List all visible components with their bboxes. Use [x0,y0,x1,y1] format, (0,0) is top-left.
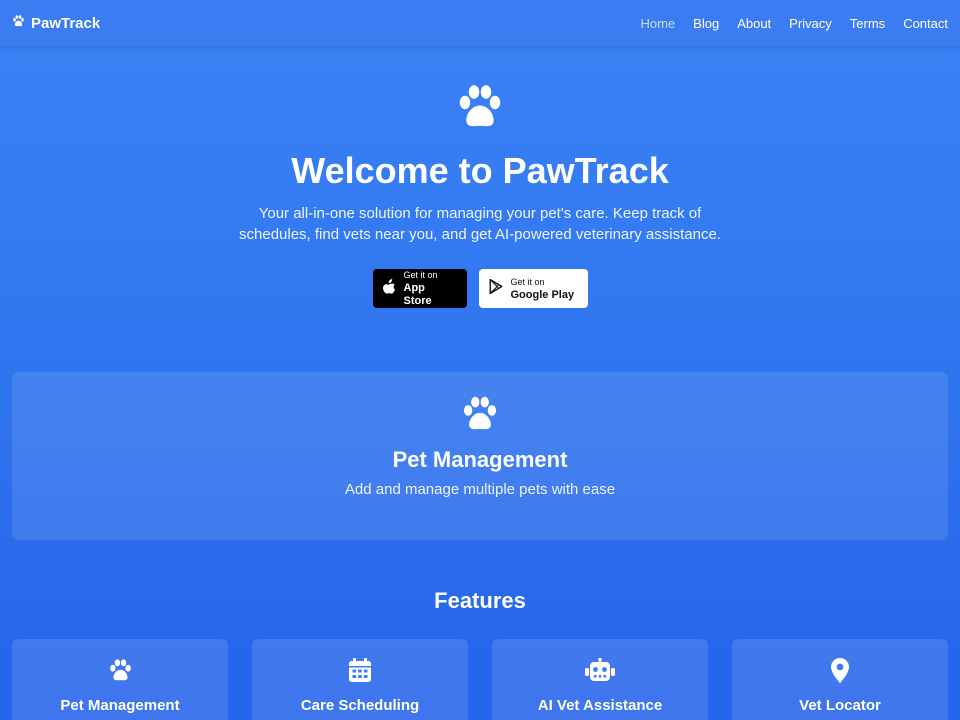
calendar-icon [349,657,371,683]
hero-title: Welcome to PawTrack [291,150,669,191]
play-icon [489,278,503,299]
brand-logo-link[interactable]: PawTrack [12,14,100,32]
hero-section: Welcome to PawTrack Your all-in-one solu… [0,46,960,308]
paw-icon [456,84,504,135]
feature-title: Care Scheduling [300,697,420,714]
nav-links: Home Blog About Privacy Terms Contact [622,16,948,31]
apple-icon [382,278,396,299]
feature-title: Vet Locator [799,697,881,714]
app-store-text: Get it on App Store [404,269,455,308]
nav-link-privacy[interactable]: Privacy [789,16,832,31]
google-play-label: Google Play [510,288,575,301]
feature-card-ai-vet-assistance[interactable]: AI Vet Assistance [492,639,708,720]
paw-icon [108,657,133,683]
map-pin-icon [831,657,849,683]
feature-showcase-card: Pet Management Add and manage multiple p… [12,372,948,540]
app-store-label: App Store [403,282,432,307]
nav-link-terms[interactable]: Terms [850,16,885,31]
google-play-button[interactable]: Get it on Google Play [478,269,588,308]
google-play-small-label: Get it on [510,276,545,287]
store-buttons: Get it on App Store Get it on Google Pla… [372,269,588,308]
brand-name: PawTrack [31,14,101,32]
nav-link-blog[interactable]: Blog [693,16,719,31]
nav-link-home[interactable]: Home [640,16,675,31]
paw-icon [461,396,499,437]
app-store-small-label: Get it on [403,270,438,280]
nav-link-contact[interactable]: Contact [903,16,948,31]
feature-title: AI Vet Assistance [537,697,663,714]
google-play-text: Get it on Google Play [511,276,575,302]
feature-card-care-scheduling[interactable]: Care Scheduling [252,639,468,720]
features-heading: Features [434,588,526,613]
app-store-button[interactable]: Get it on App Store [372,269,467,308]
feature-card-vet-locator[interactable]: Vet Locator [732,639,948,720]
showcase-title: Pet Management [392,447,568,472]
paw-icon [12,14,25,32]
showcase-description: Add and manage multiple pets with ease [344,481,616,498]
feature-title: Pet Management [60,697,180,714]
feature-card-pet-management[interactable]: Pet Management [12,639,228,720]
robot-icon [585,657,615,683]
top-navbar: PawTrack Home Blog About Privacy Terms C… [0,0,960,46]
nav-link-about[interactable]: About [737,16,771,31]
hero-subtitle: Your all-in-one solution for managing yo… [239,205,721,243]
